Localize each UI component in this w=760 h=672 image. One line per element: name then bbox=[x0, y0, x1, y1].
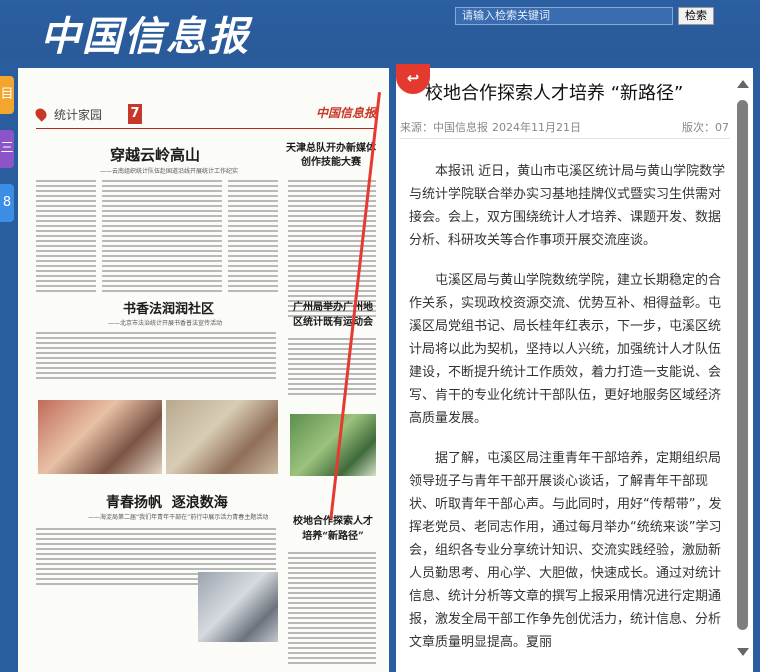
side-tab-share[interactable]: 8 bbox=[0, 184, 14, 222]
masthead-rule bbox=[36, 128, 376, 129]
article-paragraph: 据了解，屯溪区局注重青年干部培养，定期组织局领导班子与青年干部开展谈心谈话，了解… bbox=[409, 451, 722, 650]
page-number: 7 bbox=[128, 104, 142, 124]
news-photo[interactable] bbox=[38, 400, 162, 474]
article-paragraph: 本报讯 近日，黄山市屯溪区统计局与黄山学院数学与统计学院联合举办实习基地挂牌仪式… bbox=[409, 164, 726, 248]
text-column bbox=[288, 338, 376, 398]
headline-bottom-sub: ——海淀局第二届“我们年青年干部在”前行中展示活力青春主题活动 bbox=[88, 514, 269, 521]
news-photo[interactable] bbox=[166, 400, 278, 474]
headline-main[interactable]: 穿越云岭高山 bbox=[110, 144, 200, 165]
news-photo[interactable] bbox=[290, 414, 376, 476]
newspaper-logo: 中国信息报 bbox=[315, 106, 376, 120]
newspaper-masthead: 统计家园 7 中国信息报 bbox=[33, 104, 376, 126]
headline-middle[interactable]: 书香法润润社区 bbox=[123, 298, 214, 317]
search-button[interactable]: 检索 bbox=[678, 7, 714, 25]
meta-divider bbox=[400, 138, 730, 139]
headline-main-sub: ——云南组织统计队伍赴国道沿线开展统计工作纪实 bbox=[100, 168, 239, 175]
article-date: 2024年11月21日 bbox=[492, 121, 581, 134]
text-column bbox=[102, 180, 222, 295]
back-arrow-icon: ↩ bbox=[406, 69, 420, 87]
text-column bbox=[228, 180, 278, 295]
list-icon: 三 bbox=[0, 141, 14, 156]
scrollbar-thumb[interactable] bbox=[737, 100, 748, 630]
headline-right-top[interactable]: 天津总队开办新媒体创作技能大赛 bbox=[286, 142, 376, 170]
article-paragraph: 屯溪区局与黄山学院数统学院，建立长期稳定的合作关系，实现政校资源交流、优势互补、… bbox=[409, 273, 722, 426]
site-logo[interactable]: 中国信息报 bbox=[40, 4, 250, 62]
article-title: 校地合作探索人才培养 “新路径” bbox=[425, 83, 684, 104]
scroll-down-arrow-icon[interactable] bbox=[737, 648, 749, 656]
scroll-up-arrow-icon[interactable] bbox=[737, 80, 749, 88]
location-pin-icon bbox=[33, 106, 49, 122]
site-header: 中国信息报 检索 bbox=[0, 0, 760, 60]
catalog-icon: 目 bbox=[0, 87, 14, 102]
share-icon: 8 bbox=[2, 195, 12, 210]
article-source: 来源：中国信息报 bbox=[400, 121, 488, 134]
text-column bbox=[288, 552, 376, 667]
headline-right-bottom[interactable]: 校地合作探索人才培养“新路径” bbox=[290, 514, 376, 544]
article-body: 本报讯 近日，黄山市屯溪区统计局与黄山学院数学与统计学院联合举办实习基地挂牌仪式… bbox=[409, 160, 729, 671]
newspaper-page[interactable]: 统计家园 7 中国信息报 穿越云岭高山 ——云南组织统计队伍赴国道沿线开展统计工… bbox=[18, 68, 389, 672]
side-tab-catalog[interactable]: 目 bbox=[0, 76, 14, 114]
headline-middle-sub: ——北京市法治统计开展书香普法宣传活动 bbox=[108, 320, 223, 327]
text-column bbox=[36, 332, 276, 382]
headline-bottom[interactable]: 青春扬帆 逐浪数海 bbox=[106, 492, 228, 512]
side-tab-list[interactable]: 三 bbox=[0, 130, 14, 168]
text-column bbox=[36, 180, 96, 295]
section-name: 统计家园 bbox=[54, 108, 103, 122]
headline-right-middle[interactable]: 广州局举办广州地区统计既有运动会 bbox=[290, 300, 376, 330]
search-input[interactable] bbox=[455, 7, 673, 25]
article-page: 版次：07 bbox=[682, 121, 729, 134]
news-photo[interactable] bbox=[198, 572, 278, 642]
